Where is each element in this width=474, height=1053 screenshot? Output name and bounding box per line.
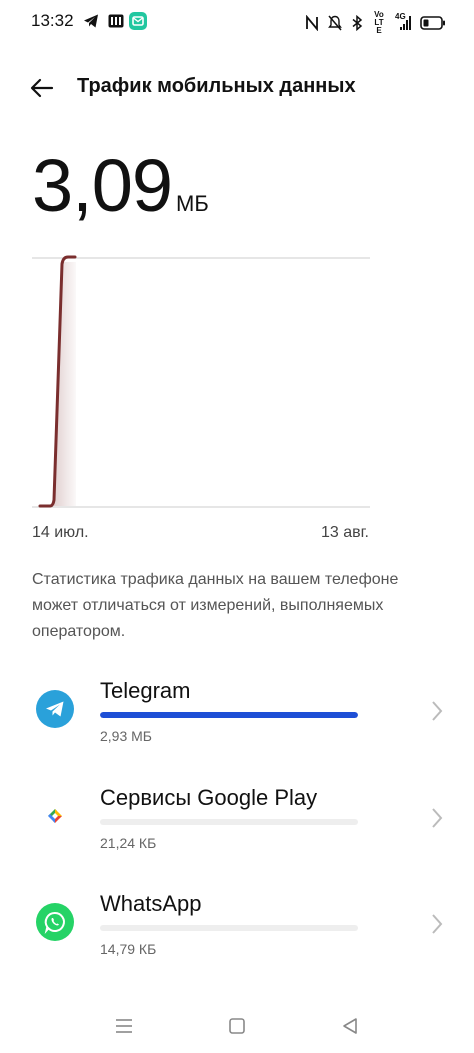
back-button[interactable] [28,74,56,102]
home-button[interactable] [223,1012,251,1040]
battery-icon [420,16,446,30]
nfc-icon [305,15,319,31]
disclaimer-text: Статистика трафика данных на вашем телеф… [32,571,399,640]
usage-bar-fill [100,712,358,718]
google-play-services-icon [36,797,74,835]
usage-chart[interactable] [32,248,370,518]
network-label: 4G [395,12,406,21]
app-name: Telegram [100,678,191,703]
status-time: 13:32 [31,11,74,30]
menu-button[interactable] [110,1012,138,1040]
whatsapp-icon [36,903,74,941]
chart-x-start-label: 14 июл. [32,524,89,541]
telegram-icon [36,690,74,728]
app-row-whatsapp[interactable]: WhatsApp 14,79 КБ [0,873,474,973]
app-row-telegram[interactable]: Telegram 2,93 МБ [0,660,474,760]
volte-label: Vo LTE [374,10,384,35]
system-back-button[interactable] [336,1012,364,1040]
menu-icon [116,1019,132,1033]
app-name: WhatsApp [100,891,202,916]
home-icon [229,1018,245,1034]
mute-icon [328,15,342,31]
4g-signal-icon: 4G [395,12,411,31]
app-data-size: 21,24 КБ [100,835,157,851]
usage-bar [100,819,358,825]
app-row-google-play-services[interactable]: Сервисы Google Play 21,24 КБ [0,767,474,867]
total-usage-unit: МБ [176,191,209,216]
chevron-right-icon [432,808,443,828]
arrow-left-icon [30,78,54,98]
chevron-right-icon [432,701,443,721]
status-right-icons: Vo LTE 4G [305,11,446,35]
media-icon [108,12,124,30]
app-data-size: 14,79 КБ [100,941,157,957]
usage-bar [100,712,358,718]
app-data-size: 2,93 МБ [100,728,152,744]
navigation-bar [0,1000,474,1053]
chevron-right-icon [432,914,443,934]
page-title: Трафик мобильных данных [77,75,356,97]
volte-icon: Vo LTE [372,11,386,35]
chart-x-end-label: 13 авг. [321,524,369,541]
back-icon [343,1018,357,1034]
message-icon [129,12,147,30]
telegram-icon [83,12,99,30]
usage-bar [100,925,358,931]
status-bar: 13:32 Vo LTE 4G [0,0,474,42]
total-usage: 3,09 МБ [32,146,209,226]
total-usage-value: 3,09 [32,144,173,227]
app-name: Сервисы Google Play [100,785,318,810]
bluetooth-icon [351,15,363,31]
